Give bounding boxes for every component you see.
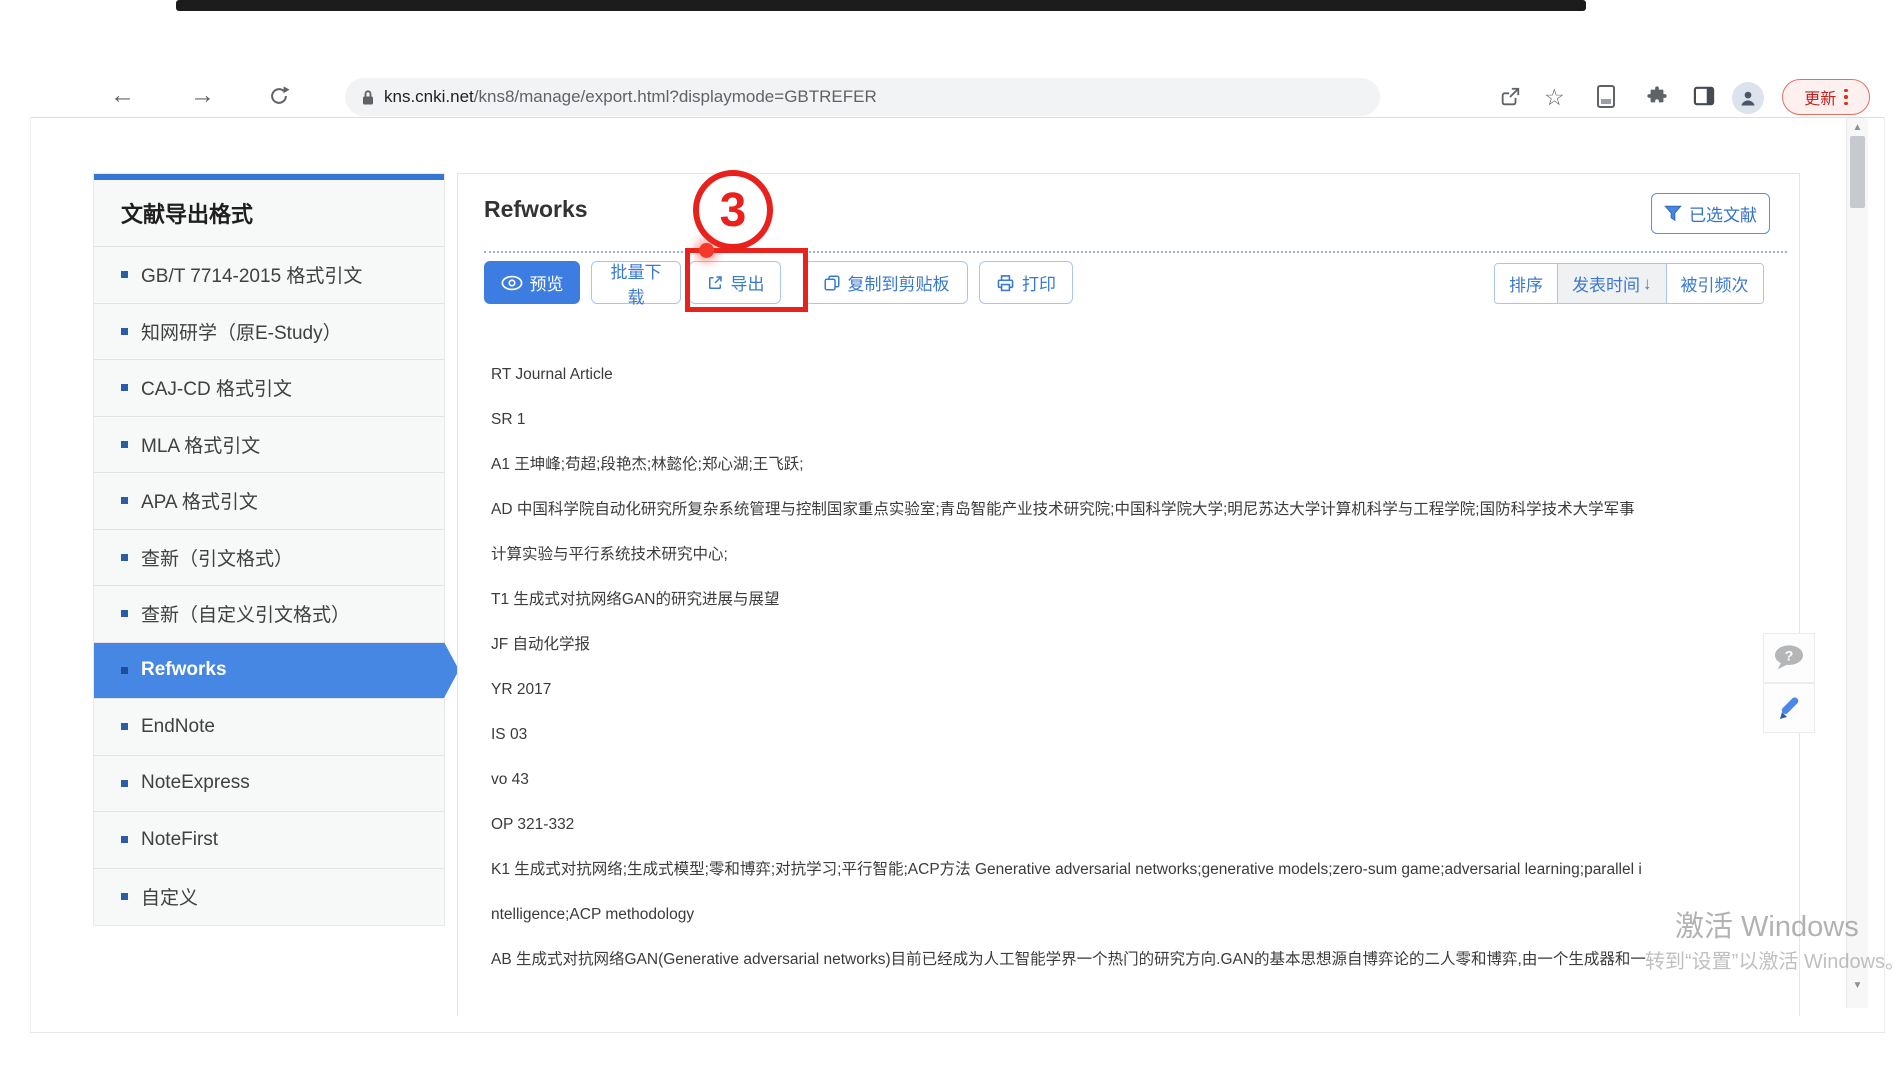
annotation-step-circle: 3 [693, 170, 773, 250]
bullet-icon [121, 667, 128, 674]
record-line: RT Journal Article [491, 352, 1793, 397]
record-line: A1 王坤峰;苟超;段艳杰;林懿伦;郑心湖;王飞跃; [491, 442, 1793, 487]
svg-text:?: ? [1785, 647, 1794, 663]
side-panel-icon[interactable] [1693, 86, 1715, 106]
bullet-icon [121, 554, 128, 561]
record-line: T1 生成式对抗网络GAN的研究进展与展望 [491, 577, 1793, 622]
sidebar-item-notefirst[interactable]: NoteFirst [94, 812, 444, 869]
chrome-menu-icon[interactable] [1844, 89, 1848, 106]
background-window-bar [176, 0, 1586, 11]
bullet-icon [121, 723, 128, 730]
forward-button[interactable]: → [190, 82, 215, 108]
window-edge-right [1884, 117, 1885, 1032]
record-line: JF 自动化学报 [491, 622, 1793, 667]
record-line: ntelligence;ACP methodology [491, 892, 1793, 937]
sort-button[interactable]: 排序 [1495, 264, 1557, 303]
sort-button-group: 排序 发表时间 ↓ 被引频次 [1494, 263, 1764, 304]
reload-button[interactable] [268, 85, 290, 107]
pencil-icon [1773, 692, 1805, 724]
eye-icon [501, 275, 523, 291]
export-format-sidebar: 文献导出格式 GB/T 7714-2015 格式引文 知网研学（原E-Study… [93, 173, 445, 926]
bullet-icon [121, 497, 128, 504]
lock-icon [361, 89, 375, 106]
scrollbar-thumb[interactable] [1850, 136, 1865, 208]
sidebar-item-refworks[interactable]: Refworks [94, 643, 444, 700]
url-host: kns.cnki.net [384, 87, 474, 107]
window-edge-bottom [30, 1032, 1885, 1033]
bullet-icon [121, 271, 128, 278]
sidebar-item-noteexpress[interactable]: NoteExpress [94, 756, 444, 813]
window-edge-left [30, 117, 31, 1032]
annotation-step-number: 3 [720, 183, 747, 238]
extensions-puzzle-icon[interactable] [1646, 85, 1668, 107]
annotation-pointer-dot [699, 243, 714, 258]
copy-to-clipboard-button[interactable]: 复制到剪贴板 [804, 261, 968, 304]
update-button[interactable]: 更新 [1782, 79, 1870, 115]
toolbar-divider [30, 117, 1884, 118]
profile-avatar[interactable] [1732, 82, 1764, 114]
record-line: IS 03 [491, 712, 1793, 757]
batch-download-button[interactable]: 批量下载 [591, 261, 681, 304]
bullet-icon [121, 780, 128, 787]
record-line: AB 生成式对抗网络GAN(Generative adversarial net… [491, 937, 1793, 982]
url-path: /kns8/manage/export.html?displaymode=GBT… [474, 87, 877, 107]
sidebar-item-cajcd[interactable]: CAJ-CD 格式引文 [94, 360, 444, 417]
browser-toolbar: ← → kns.cnki.net/kns8/manage/export.html… [0, 60, 1899, 117]
help-feedback-button[interactable]: ? [1763, 633, 1815, 683]
sidebar-item-cnki-estudy[interactable]: 知网研学（原E-Study） [94, 304, 444, 361]
sort-desc-icon: ↓ [1643, 274, 1652, 294]
bullet-icon [121, 836, 128, 843]
bullet-icon [121, 384, 128, 391]
printer-icon [996, 274, 1015, 292]
dotted-divider [484, 251, 1787, 253]
record-line: SR 1 [491, 397, 1793, 442]
windows-activation-watermark: 激活 Windows [1675, 903, 1859, 945]
bookmark-star-icon[interactable]: ☆ [1544, 84, 1565, 110]
reading-list-icon[interactable] [1596, 85, 1616, 109]
sidebar-item-chaxin-citation[interactable]: 查新（引文格式） [94, 530, 444, 587]
sidebar-item-chaxin-custom[interactable]: 查新（自定义引文格式） [94, 586, 444, 643]
refworks-record-text: RT Journal Article SR 1 A1 王坤峰;苟超;段艳杰;林懿… [491, 352, 1793, 982]
sidebar-item-gbt7714[interactable]: GB/T 7714-2015 格式引文 [94, 247, 444, 304]
copy-icon [823, 274, 841, 292]
record-line: vo 43 [491, 757, 1793, 802]
sidebar-title: 文献导出格式 [94, 180, 444, 247]
question-bubble-icon: ? [1772, 643, 1806, 673]
bullet-icon [121, 441, 128, 448]
record-line: OP 321-332 [491, 802, 1793, 847]
export-preview-panel: Refworks 已选文献 预览 批量下载 [457, 173, 1800, 1016]
screenshot-root: ← → kns.cnki.net/kns8/manage/export.html… [0, 0, 1899, 1073]
edit-note-button[interactable] [1763, 683, 1815, 733]
panel-title: Refworks [484, 196, 588, 223]
back-button[interactable]: ← [110, 82, 135, 108]
record-line: YR 2017 [491, 667, 1793, 712]
page-scrollbar[interactable]: ▲ ▼ [1846, 118, 1868, 1008]
filter-funnel-icon [1664, 205, 1682, 222]
sidebar-item-custom[interactable]: 自定义 [94, 869, 444, 926]
record-line: K1 生成式对抗网络;生成式模型;零和博弈;对抗学习;平行智能;ACP方法 Ge… [491, 847, 1793, 892]
print-button[interactable]: 打印 [979, 261, 1073, 304]
sidebar-item-apa[interactable]: APA 格式引文 [94, 473, 444, 530]
update-label: 更新 [1804, 85, 1836, 109]
sidebar-item-mla[interactable]: MLA 格式引文 [94, 417, 444, 474]
record-line: AD 中国科学院自动化研究所复杂系统管理与控制国家重点实验室;青岛智能产业技术研… [491, 487, 1793, 532]
windows-activation-watermark-sub: 转到“设置”以激活 Windows。 [1645, 945, 1899, 974]
record-line: 计算实验与平行系统技术研究中心; [491, 532, 1793, 577]
sort-by-cited-button[interactable]: 被引频次 [1666, 264, 1763, 303]
preview-button[interactable]: 预览 [484, 261, 580, 304]
bullet-icon [121, 328, 128, 335]
scroll-up-icon[interactable]: ▲ [1847, 122, 1868, 133]
url-bar[interactable]: kns.cnki.net/kns8/manage/export.html?dis… [345, 78, 1380, 116]
sidebar-item-endnote[interactable]: EndNote [94, 699, 444, 756]
scroll-down-icon[interactable]: ▼ [1847, 980, 1868, 991]
selected-docs-button[interactable]: 已选文献 [1651, 193, 1770, 234]
sort-by-pubtime-button[interactable]: 发表时间 ↓ [1557, 264, 1666, 303]
bullet-icon [121, 893, 128, 900]
share-icon[interactable] [1499, 86, 1521, 108]
bullet-icon [121, 610, 128, 617]
